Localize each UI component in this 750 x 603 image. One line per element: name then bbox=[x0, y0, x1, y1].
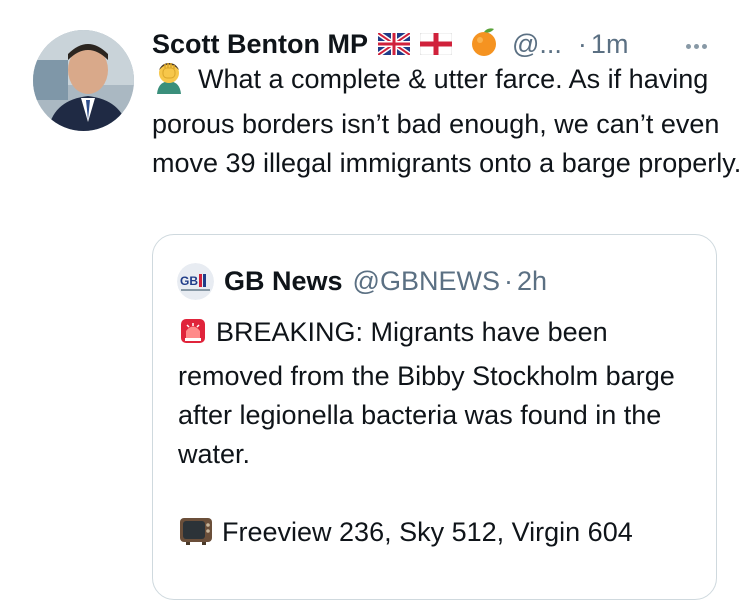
england-flag-icon bbox=[420, 33, 452, 55]
quoted-tweet-header: GB GB News @GBNEWS · 2h bbox=[177, 263, 547, 300]
more-options-icon[interactable] bbox=[683, 36, 744, 54]
quoted-author-handle[interactable]: @GBNEWS bbox=[353, 266, 500, 297]
separator-dot: · bbox=[577, 28, 587, 59]
quoted-text-breaking: BREAKING: Migrants have been removed fro… bbox=[178, 317, 675, 469]
svg-text:GB: GB bbox=[180, 274, 198, 288]
quoted-timestamp[interactable]: 2h bbox=[517, 266, 547, 297]
uk-flag-icon bbox=[378, 33, 410, 55]
tweet-header: Scott Benton MP @... · 1m bbox=[152, 24, 722, 64]
tweet[interactable]: Scott Benton MP @... · 1m What a complet… bbox=[0, 0, 750, 603]
quoted-tweet-body: BREAKING: Migrants have been removed fro… bbox=[178, 313, 698, 557]
siren-emoji-icon bbox=[178, 316, 208, 357]
television-emoji-icon bbox=[178, 514, 214, 557]
tweet-body: What a complete & utter farce. As if hav… bbox=[152, 60, 742, 183]
timestamp[interactable]: 1m bbox=[591, 29, 629, 60]
orange-emoji-icon bbox=[470, 27, 498, 62]
avatar[interactable] bbox=[33, 30, 134, 131]
quoted-paragraph-1: BREAKING: Migrants have been removed fro… bbox=[178, 313, 698, 474]
gb-news-logo-icon: GB bbox=[177, 263, 214, 300]
author-handle[interactable]: @... bbox=[512, 29, 562, 60]
author-name[interactable]: Scott Benton MP bbox=[152, 29, 368, 60]
quoted-separator-dot: · bbox=[503, 266, 513, 296]
quoted-tweet[interactable]: GB GB News @GBNEWS · 2h BREAKING: Migran… bbox=[152, 234, 717, 600]
quoted-author-name[interactable]: GB News bbox=[224, 266, 343, 297]
tweet-text: What a complete & utter farce. As if hav… bbox=[152, 64, 742, 178]
quoted-text-channels: Freeview 236, Sky 512, Virgin 604 bbox=[222, 517, 633, 547]
quoted-paragraph-2: Freeview 236, Sky 512, Virgin 604 bbox=[178, 513, 698, 557]
facepalm-emoji-icon bbox=[152, 60, 186, 105]
